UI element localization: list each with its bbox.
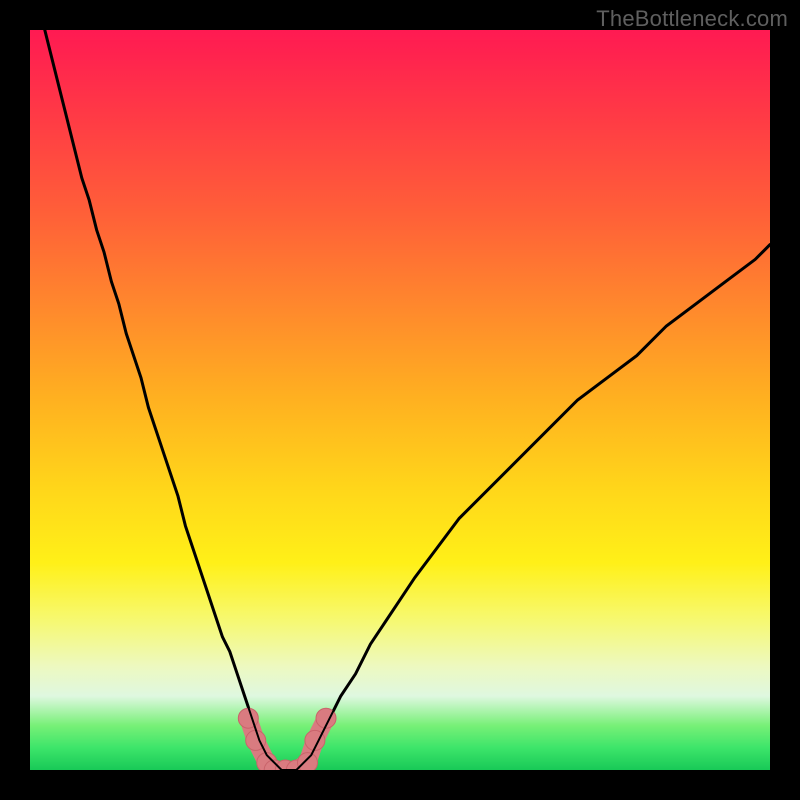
plot-area	[30, 30, 770, 770]
curve-path	[45, 30, 770, 770]
chart-frame: TheBottleneck.com	[0, 0, 800, 800]
marker-dot	[298, 753, 318, 770]
curve-path	[45, 30, 770, 770]
bottleneck-curve	[30, 30, 770, 770]
watermark-text: TheBottleneck.com	[596, 6, 788, 32]
